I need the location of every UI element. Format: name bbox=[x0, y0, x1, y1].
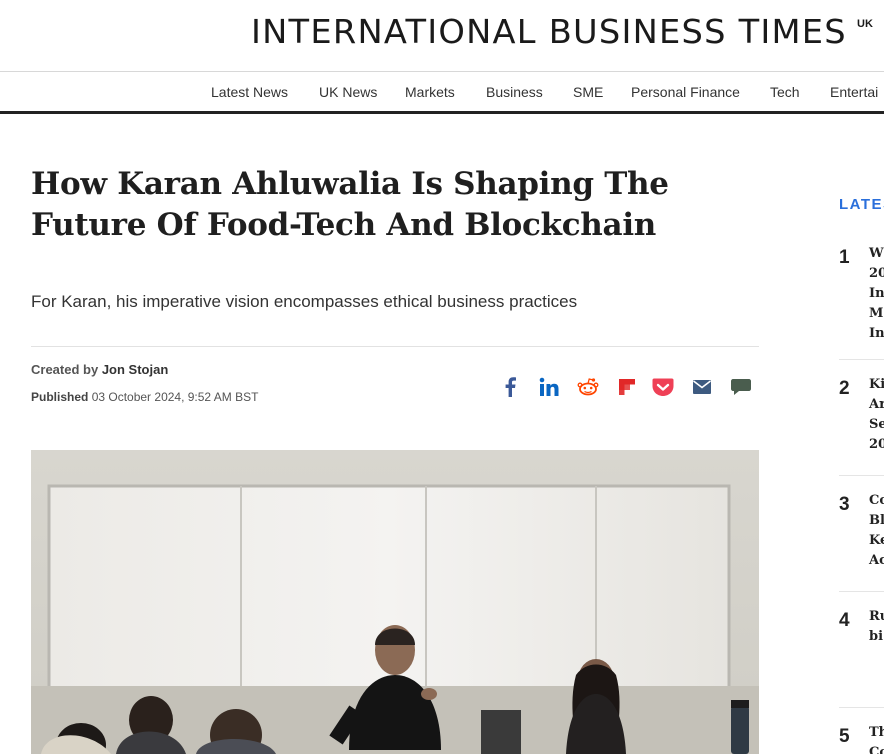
site-logo[interactable]: INTERNATIONAL BUSINESS TIMES bbox=[251, 12, 847, 51]
divider bbox=[31, 346, 759, 347]
title-line: Se bbox=[869, 417, 884, 432]
nav-item-uk-news[interactable]: UK News bbox=[319, 84, 377, 100]
nav-item-personal-finance[interactable]: Personal Finance bbox=[631, 84, 740, 100]
author-link[interactable]: Jon Stojan bbox=[102, 362, 168, 377]
nav-item-tech[interactable]: Tech bbox=[770, 84, 800, 100]
sidebar-latest-item[interactable]: 5 Th Co bbox=[839, 723, 884, 754]
title-line: Ac bbox=[869, 553, 884, 568]
title-line: 20 bbox=[869, 437, 884, 452]
article-subheading: For Karan, his imperative vision encompa… bbox=[31, 292, 578, 311]
title-line: In bbox=[869, 326, 884, 341]
published-date-value: 03 October 2024, 9:52 AM BST bbox=[91, 390, 259, 404]
title-line: Ke bbox=[869, 533, 884, 548]
nav-item-markets[interactable]: Markets bbox=[405, 84, 455, 100]
article-headline: How Karan Ahluwalia Is Shaping The Futur… bbox=[31, 166, 669, 243]
title-line: M bbox=[869, 306, 884, 321]
sidebar-item-title[interactable]: Th Co bbox=[869, 723, 884, 754]
title-line: Th bbox=[869, 725, 884, 740]
sidebar-item-number: 4 bbox=[839, 610, 850, 631]
sidebar-latest-title: LATES bbox=[839, 196, 884, 213]
sidebar-item-number: 1 bbox=[839, 247, 850, 268]
title-line: W bbox=[869, 246, 884, 261]
nav-item-entertainment[interactable]: Entertai bbox=[830, 84, 878, 100]
title-line: Ar bbox=[869, 397, 884, 412]
sidebar-latest-item[interactable]: 1 W 20 In M In bbox=[839, 244, 884, 360]
sidebar-latest-item[interactable]: 3 Co Bl Ke Ac bbox=[839, 491, 884, 592]
title-line: Ki bbox=[869, 377, 884, 392]
byline: Created by Jon Stojan bbox=[31, 362, 168, 377]
title-line: Co bbox=[869, 745, 884, 754]
sidebar-item-number: 3 bbox=[839, 494, 850, 515]
flipboard-icon[interactable] bbox=[616, 376, 638, 398]
hero-photo bbox=[31, 450, 759, 754]
sidebar-item-title[interactable]: W 20 In M In bbox=[869, 244, 884, 344]
nav-item-latest-news[interactable]: Latest News bbox=[211, 84, 288, 100]
edition-label[interactable]: UK bbox=[857, 18, 873, 30]
article-hero-image bbox=[31, 450, 759, 754]
sidebar-latest-item[interactable]: 4 Ru bi bbox=[839, 607, 884, 708]
published-label: Published bbox=[31, 390, 89, 404]
sidebar-item-number: 5 bbox=[839, 726, 850, 747]
sidebar-item-title[interactable]: Co Bl Ke Ac bbox=[869, 491, 884, 571]
reddit-icon[interactable] bbox=[577, 376, 599, 398]
title-line: Bl bbox=[869, 513, 884, 528]
created-by-label: Created by bbox=[31, 362, 99, 377]
email-icon[interactable] bbox=[691, 376, 713, 398]
main-nav: Latest News UK News Markets Business SME… bbox=[0, 72, 884, 114]
nav-item-sme[interactable]: SME bbox=[573, 84, 603, 100]
sidebar-latest-item[interactable]: 2 Ki Ar Se 20 bbox=[839, 375, 884, 476]
title-line: In bbox=[869, 286, 884, 301]
sidebar-item-title[interactable]: Ki Ar Se 20 bbox=[869, 375, 884, 455]
sidebar-item-title[interactable]: Ru bi bbox=[869, 607, 884, 647]
nav-item-business[interactable]: Business bbox=[486, 84, 543, 100]
publish-date: Published 03 October 2024, 9:52 AM BST bbox=[31, 390, 258, 404]
title-line: 20 bbox=[869, 266, 884, 281]
title-line: Ru bbox=[869, 609, 884, 624]
facebook-icon[interactable] bbox=[499, 376, 521, 398]
pocket-icon[interactable] bbox=[652, 376, 674, 398]
title-line: Co bbox=[869, 493, 884, 508]
sidebar-item-number: 2 bbox=[839, 378, 850, 399]
linkedin-icon[interactable] bbox=[538, 376, 560, 398]
title-line: bi bbox=[869, 629, 884, 644]
masthead: INTERNATIONAL BUSINESS TIMES UK bbox=[0, 0, 884, 72]
comment-icon[interactable] bbox=[730, 376, 752, 398]
